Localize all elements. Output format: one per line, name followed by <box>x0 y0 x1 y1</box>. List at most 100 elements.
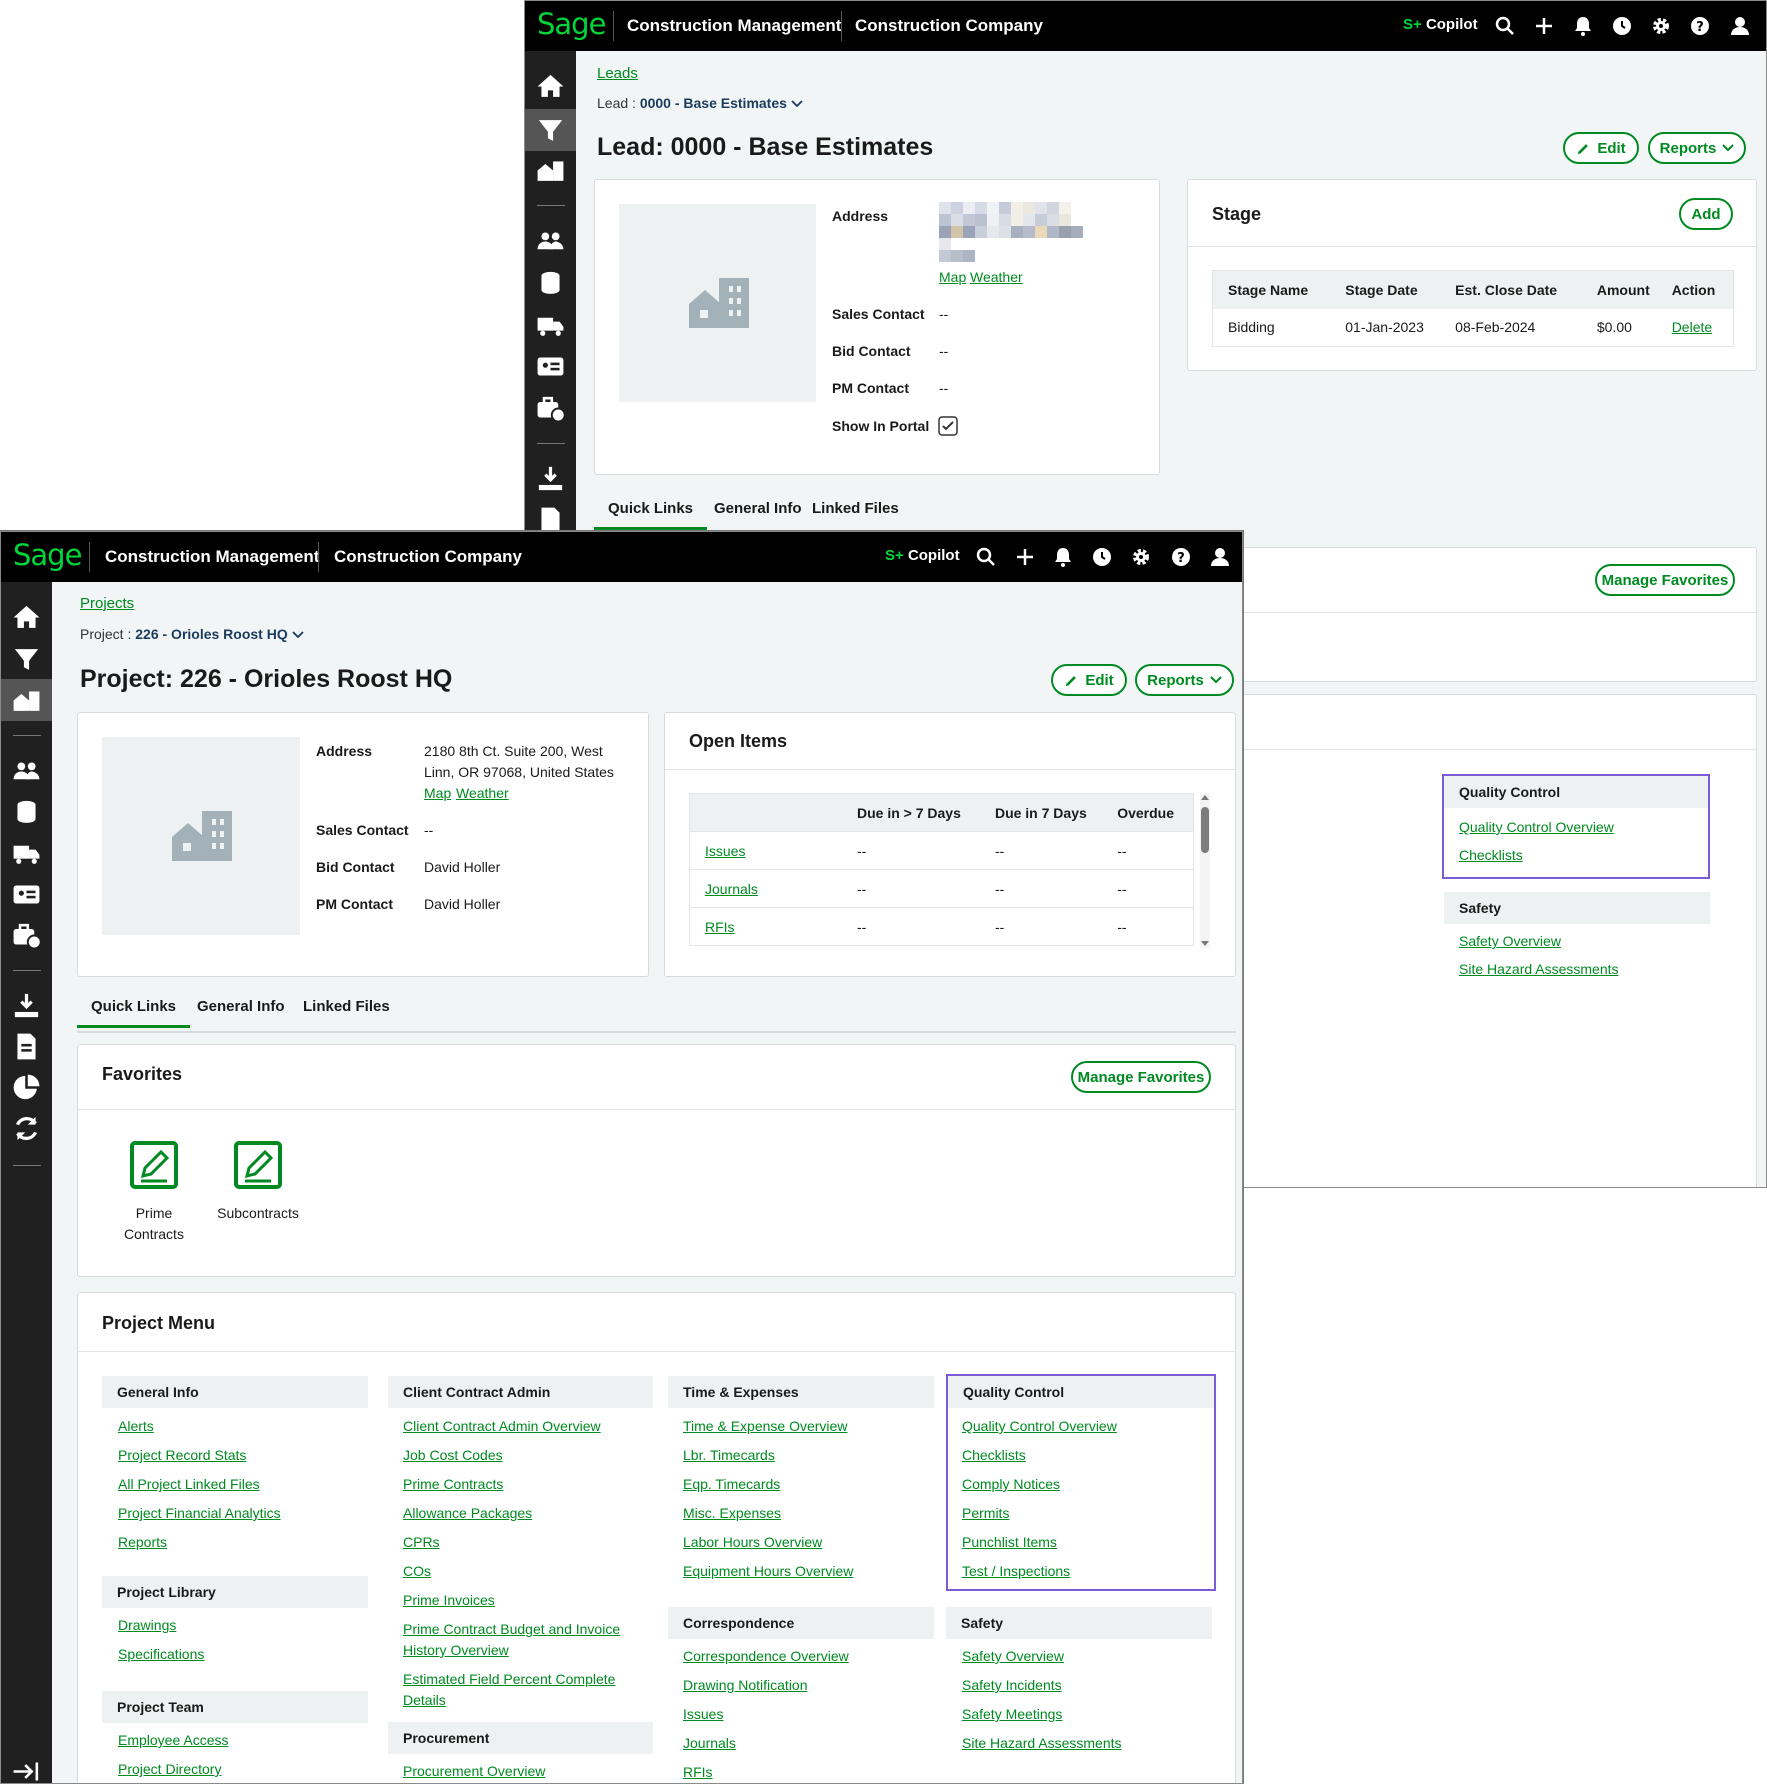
col-stage-date[interactable]: Stage Date <box>1344 271 1454 309</box>
journals-link[interactable]: Journals <box>705 881 758 897</box>
tab-linked-files[interactable]: Linked Files <box>798 491 913 527</box>
site-hazard-assessments-link[interactable]: Site Hazard Assessments <box>962 1735 1122 1751</box>
id-card-icon[interactable] <box>11 879 42 910</box>
user-icon[interactable] <box>1728 14 1752 38</box>
manage-favorites-button[interactable]: Manage Favorites <box>1071 1061 1211 1093</box>
eqp-timecards-link[interactable]: Eqp. Timecards <box>683 1476 780 1492</box>
permits-link[interactable]: Permits <box>962 1505 1009 1521</box>
safety-overview-link[interactable]: Safety Overview <box>962 1648 1064 1664</box>
product-name[interactable]: Construction Management <box>105 547 319 567</box>
truck-icon[interactable] <box>535 310 566 341</box>
rfis-link[interactable]: RFIs <box>705 919 735 935</box>
breadcrumb-leads[interactable]: Leads <box>597 65 638 82</box>
company-name[interactable]: Construction Company <box>855 16 1043 36</box>
product-name[interactable]: Construction Management <box>627 16 841 36</box>
company-name[interactable]: Construction Company <box>334 547 522 567</box>
checkbox-icon[interactable] <box>938 416 958 436</box>
help-icon[interactable]: ? <box>1169 545 1193 569</box>
favorite-subcontracts[interactable]: Subcontracts <box>208 1140 308 1224</box>
sage-logo[interactable]: Sage <box>537 7 606 41</box>
plus-icon[interactable] <box>1532 14 1556 38</box>
project-selector[interactable]: Project : 226 - Orioles Roost HQ <box>80 626 304 642</box>
test-inspections-link[interactable]: Test / Inspections <box>962 1563 1070 1579</box>
search-icon[interactable] <box>974 545 998 569</box>
home-icon[interactable] <box>535 71 566 102</box>
project-record-stats-link[interactable]: Project Record Stats <box>118 1447 246 1463</box>
favorite-prime-contracts[interactable]: Prime Contracts <box>114 1140 194 1245</box>
download-icon[interactable] <box>11 990 42 1021</box>
tab-quick-links[interactable]: Quick Links <box>77 989 191 1028</box>
scroll-down-icon[interactable] <box>1201 940 1209 948</box>
add-stage-button[interactable]: Add <box>1679 198 1733 230</box>
coins-icon[interactable] <box>11 797 42 828</box>
specifications-link[interactable]: Specifications <box>118 1646 204 1662</box>
plus-icon[interactable] <box>1013 545 1037 569</box>
job-cost-codes-link[interactable]: Job Cost Codes <box>403 1447 503 1463</box>
building-icon[interactable] <box>11 685 42 716</box>
employee-access-link[interactable]: Employee Access <box>118 1732 229 1748</box>
download-icon[interactable] <box>535 463 566 494</box>
manage-favorites-button[interactable]: Manage Favorites <box>1595 564 1735 596</box>
home-icon[interactable] <box>11 602 42 633</box>
journals-link[interactable]: Journals <box>683 1735 736 1751</box>
search-icon[interactable] <box>1493 14 1517 38</box>
prime-contract-budget-invoice-history-link[interactable]: Prime Contract Budget and Invoice Histor… <box>403 1619 628 1661</box>
project-directory-link[interactable]: Project Directory <box>118 1761 221 1777</box>
briefcase-clock-icon[interactable] <box>535 393 566 424</box>
col-due-gt-7[interactable]: Due in > 7 Days <box>856 794 994 832</box>
copilot-button[interactable]: S+ Copilot <box>1403 16 1478 33</box>
quality-control-overview-link[interactable]: Quality Control Overview <box>962 1418 1117 1434</box>
procurement-overview-link[interactable]: Procurement Overview <box>403 1763 545 1779</box>
cos-link[interactable]: COs <box>403 1563 431 1579</box>
filter-icon[interactable] <box>535 115 566 146</box>
correspondence-overview-link[interactable]: Correspondence Overview <box>683 1648 849 1664</box>
lbr-timecards-link[interactable]: Lbr. Timecards <box>683 1447 775 1463</box>
delete-stage-link[interactable]: Delete <box>1672 319 1712 335</box>
checklists-link[interactable]: Checklists <box>1459 847 1523 863</box>
scrollbar[interactable] <box>1200 793 1210 948</box>
scrollbar-thumb[interactable] <box>1201 807 1209 853</box>
tab-general-info[interactable]: General Info <box>183 989 299 1025</box>
filter-icon[interactable] <box>11 644 42 675</box>
people-icon[interactable] <box>11 756 42 787</box>
issues-link[interactable]: Issues <box>705 843 745 859</box>
prime-contracts-link[interactable]: Prime Contracts <box>403 1476 503 1492</box>
site-hazard-assessments-link[interactable]: Site Hazard Assessments <box>1459 961 1619 977</box>
safety-meetings-link[interactable]: Safety Meetings <box>962 1706 1062 1722</box>
safety-incidents-link[interactable]: Safety Incidents <box>962 1677 1062 1693</box>
col-due-in-7[interactable]: Due in 7 Days <box>994 794 1116 832</box>
scroll-up-icon[interactable] <box>1201 793 1209 801</box>
document-icon[interactable] <box>11 1031 42 1062</box>
drawing-notification-link[interactable]: Drawing Notification <box>683 1677 808 1693</box>
id-card-icon[interactable] <box>535 351 566 382</box>
reports-button[interactable]: Reports <box>1648 132 1746 164</box>
building-icon[interactable] <box>535 155 566 186</box>
user-icon[interactable] <box>1208 545 1232 569</box>
bell-icon[interactable] <box>1051 545 1075 569</box>
sage-logo[interactable]: Sage <box>13 538 82 572</box>
gear-icon[interactable] <box>1649 14 1673 38</box>
checklists-link[interactable]: Checklists <box>962 1447 1026 1463</box>
col-overdue[interactable]: Overdue <box>1116 794 1193 832</box>
refresh-icon[interactable] <box>11 1113 42 1144</box>
prime-invoices-link[interactable]: Prime Invoices <box>403 1592 495 1608</box>
tab-linked-files[interactable]: Linked Files <box>289 989 404 1025</box>
safety-overview-link[interactable]: Safety Overview <box>1459 933 1561 949</box>
drawings-link[interactable]: Drawings <box>118 1617 176 1633</box>
breadcrumb-projects[interactable]: Projects <box>80 595 134 612</box>
reports-button[interactable]: Reports <box>1135 664 1234 696</box>
cprs-link[interactable]: CPRs <box>403 1534 440 1550</box>
col-stage-name[interactable]: Stage Name <box>1213 271 1345 309</box>
allowance-packages-link[interactable]: Allowance Packages <box>403 1505 532 1521</box>
map-link[interactable]: Map <box>939 269 966 285</box>
clock-icon[interactable] <box>1090 545 1114 569</box>
edit-button[interactable]: Edit <box>1563 132 1639 164</box>
weather-link[interactable]: Weather <box>456 785 509 801</box>
alerts-link[interactable]: Alerts <box>118 1418 154 1434</box>
people-icon[interactable] <box>535 226 566 257</box>
clock-icon[interactable] <box>1610 14 1634 38</box>
map-link[interactable]: Map <box>424 785 451 801</box>
weather-link[interactable]: Weather <box>970 269 1023 285</box>
estimated-field-percent-complete-link[interactable]: Estimated Field Percent Complete Details <box>403 1669 628 1711</box>
quality-control-overview-link[interactable]: Quality Control Overview <box>1459 819 1614 835</box>
